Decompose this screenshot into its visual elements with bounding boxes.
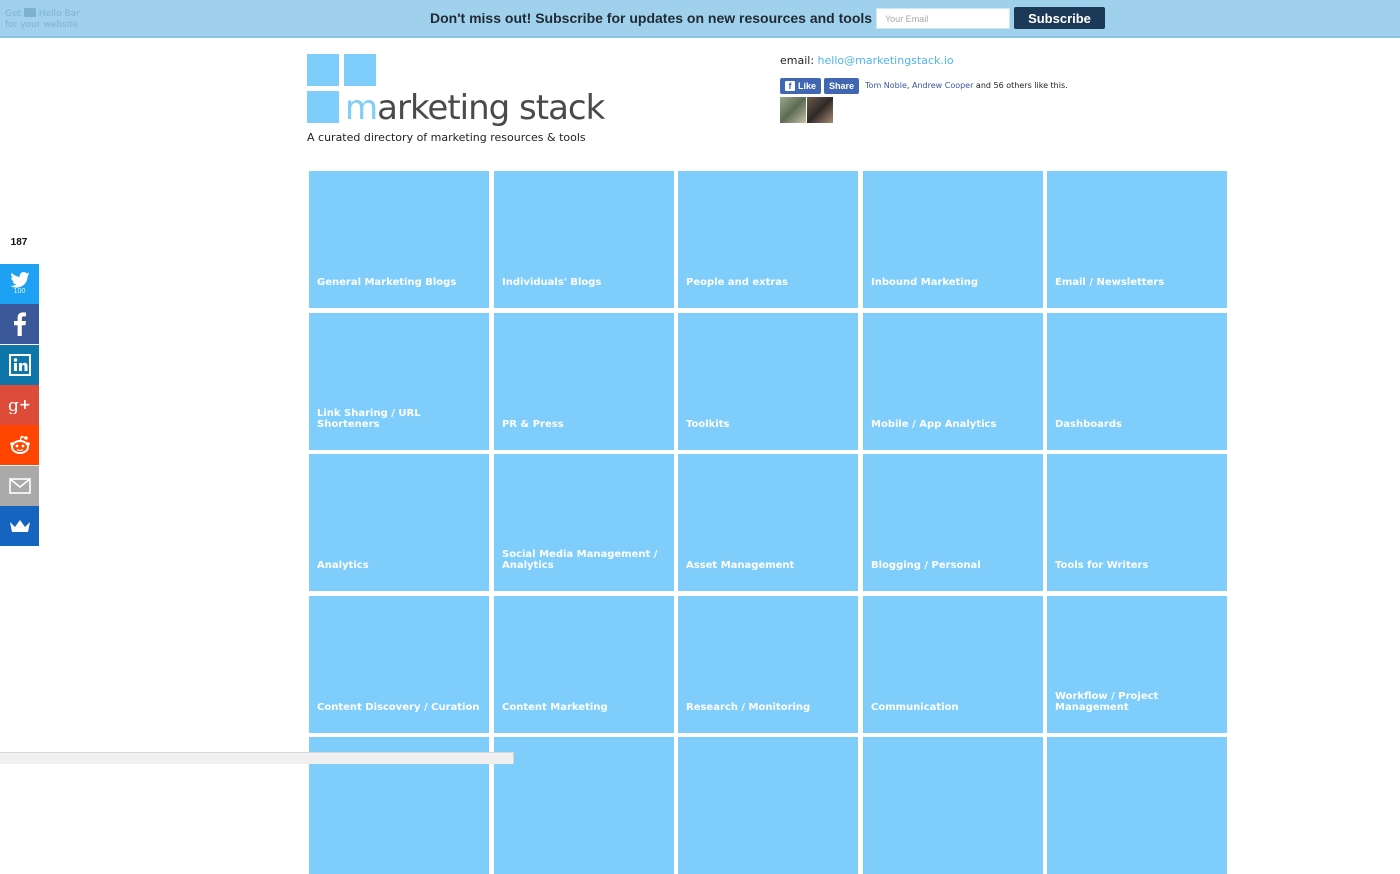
subscribe-button[interactable]: Subscribe [1014,7,1105,29]
category-tile[interactable]: Mobile / App Analytics [863,313,1043,450]
google-plus-share-button[interactable]: g + [0,385,39,425]
category-label: Social Media Management / Analytics [502,549,658,571]
friend-link[interactable]: Tom Noble [865,81,907,90]
category-tile[interactable]: Asset Management [678,454,858,591]
category-label: Asset Management [686,560,795,571]
category-label: Content Discovery / Curation [317,702,480,713]
category-tile[interactable]: Content Discovery / Curation [309,596,489,733]
google-plus-icon: g + [8,396,31,414]
category-label: Mobile / App Analytics [871,419,997,430]
category-tile[interactable] [1047,737,1227,874]
logo-text: arketing stack [377,88,605,128]
hello-bar-logo-icon [23,8,36,17]
facebook-faces [780,97,833,123]
hello-bar: Get Hello Bar for your website Don't mis… [0,0,1400,38]
category-label: Email / Newsletters [1055,277,1165,288]
email-share-button[interactable] [0,466,39,506]
category-tile[interactable]: Communication [863,596,1043,733]
category-label: Individuals' Blogs [502,277,602,288]
category-label: Communication [871,702,959,713]
email-link[interactable]: hello@marketingstack.io [818,54,954,67]
category-tile[interactable]: Workflow / Project Management [1047,596,1227,733]
category-label: Blogging / Personal [871,560,981,571]
like-label: Like [798,80,817,91]
crown-icon [9,520,30,532]
logo-m: m [345,88,378,128]
category-label: Analytics [317,560,369,571]
category-label: Content Marketing [502,702,608,713]
reddit-share-button[interactable] [0,425,39,465]
category-label: Dashboards [1055,419,1122,430]
category-tile[interactable]: Blogging / Personal [863,454,1043,591]
facebook-share-sidebar-button[interactable] [0,304,39,344]
tagline: A curated directory of marketing resourc… [307,131,586,144]
linkedin-icon [8,354,31,376]
category-tile[interactable]: Research / Monitoring [678,596,858,733]
hello-bar-sub: for your website [5,20,79,30]
facebook-share-button[interactable]: Share [824,77,860,94]
linkedin-share-button[interactable] [0,345,39,385]
category-tile[interactable]: Dashboards [1047,313,1227,450]
category-tile[interactable]: Toolkits [678,313,858,450]
category-tile[interactable]: People and extras [678,171,858,308]
svg-text:g: g [8,396,19,414]
category-label: Inbound Marketing [871,277,979,288]
category-tile[interactable]: Individuals' Blogs [494,171,674,308]
hello-bar-promo[interactable]: Get Hello Bar for your website [5,8,80,31]
category-tile[interactable] [863,737,1043,874]
twitter-icon [9,272,30,288]
email-input[interactable] [876,8,1010,29]
sumome-share-button[interactable] [0,506,39,546]
category-tile[interactable] [678,737,858,874]
category-label: Workflow / Project Management [1055,691,1159,713]
category-tile[interactable]: Inbound Marketing [863,171,1043,308]
logo-block [344,54,376,86]
category-tile[interactable]: Content Marketing [494,596,674,733]
hello-bar-brand: Hello Bar [38,9,80,19]
facebook-like-widget: f Like Share Tom Noble, Andrew Cooper an… [780,77,1068,94]
category-tile[interactable]: Link Sharing / URL Shorteners [309,313,489,450]
hello-bar-get-text: Get [5,9,22,19]
reddit-icon [9,435,30,454]
logo-block [307,54,339,86]
contact-email: email: hello@marketingstack.io [780,54,954,67]
category-label: Tools for Writers [1055,560,1149,571]
hello-bar-message: Don't miss out! Subscribe for updates on… [430,10,873,26]
category-label: PR & Press [502,419,564,430]
category-tile[interactable]: PR & Press [494,313,674,450]
svg-text:+: + [19,397,31,413]
facebook-like-button[interactable]: f Like [780,77,822,94]
logo-wordmark[interactable]: marketing stack [345,88,605,128]
avatar[interactable] [780,97,806,123]
share-count: 187 [10,237,28,248]
category-label: General Marketing Blogs [317,277,457,288]
friend-link[interactable]: Andrew Cooper [912,81,973,90]
category-tile[interactable]: Social Media Management / Analytics [494,454,674,591]
logo-block [307,91,339,123]
category-tile[interactable] [494,737,674,874]
category-tile[interactable]: Email / Newsletters [1047,171,1227,308]
category-tile[interactable]: Analytics [309,454,489,591]
category-tile[interactable]: General Marketing Blogs [309,171,489,308]
category-label: Toolkits [686,419,730,430]
category-label: Link Sharing / URL Shorteners [317,408,421,430]
category-label: People and extras [686,277,788,288]
category-tile[interactable]: Tools for Writers [1047,454,1227,591]
email-label: email: [780,54,815,67]
twitter-share-button[interactable]: 100 [0,264,39,304]
twitter-count: 100 [13,288,26,295]
facebook-icon: f [785,80,795,91]
like-count-text: and 56 others like this. [973,81,1068,90]
facebook-icon [13,312,26,336]
email-icon [8,478,31,494]
category-label: Research / Monitoring [686,702,811,713]
facebook-like-text: Tom Noble, Andrew Cooper and 56 others l… [865,81,1068,90]
avatar[interactable] [807,97,833,123]
status-bar [0,752,514,764]
